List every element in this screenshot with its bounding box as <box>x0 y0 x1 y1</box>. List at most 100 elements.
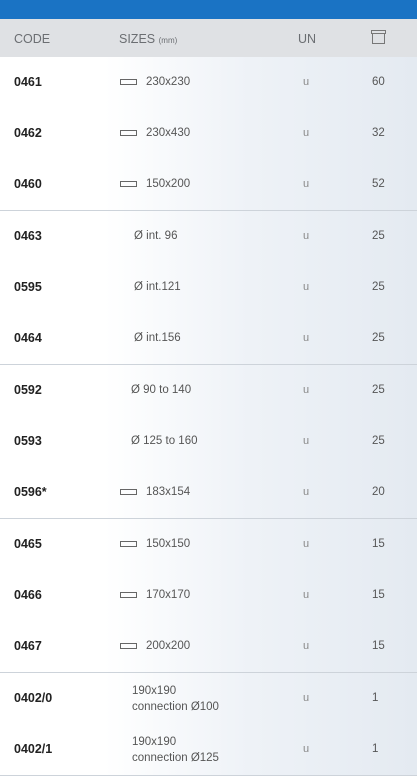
table-row: 0467 200x200 u 15 <box>0 621 417 672</box>
quantity: 20 <box>372 486 385 498</box>
unit: u <box>303 589 310 601</box>
quantity: 1 <box>372 743 379 755</box>
top-bar <box>0 0 417 19</box>
quantity: 15 <box>372 589 385 601</box>
size-text: Ø int. 96 <box>134 230 178 242</box>
rectangle-icon <box>120 79 137 85</box>
product-code: 0463 <box>14 229 42 243</box>
row-group: 0461 230x230 u 60 0462 230x430 u 32 0460 150x200 u… <box>0 57 417 211</box>
product-size: 150x200 <box>120 178 190 190</box>
rectangle-icon <box>120 643 137 649</box>
quantity: 25 <box>372 435 385 447</box>
product-size: Ø 125 to 160 <box>131 435 198 447</box>
unit: u <box>303 640 310 652</box>
product-size: Ø int.156 <box>134 332 181 344</box>
unit: u <box>303 127 310 139</box>
table-row: 0592 Ø 90 to 140 u 25 <box>0 365 417 416</box>
rectangle-icon <box>120 592 137 598</box>
unit: u <box>303 435 310 447</box>
size-text: 230x430 <box>146 127 191 139</box>
product-code: 0461 <box>14 75 42 89</box>
header-code: CODE <box>14 32 51 46</box>
product-table: 0461 230x230 u 60 0462 230x430 u 32 0460 150x200 u… <box>0 57 417 776</box>
table-row: 0463 Ø int. 96 u 25 <box>0 211 417 262</box>
quantity: 25 <box>372 281 385 293</box>
rectangle-icon <box>120 541 137 547</box>
unit: u <box>303 332 310 344</box>
product-size: 200x200 <box>120 640 190 652</box>
size-connection-text: connection Ø125 <box>132 752 219 764</box>
box-icon <box>371 30 386 44</box>
product-size: Ø int.121 <box>134 281 181 293</box>
table-row: 0462 230x430 u 32 <box>0 108 417 159</box>
table-row: 0595 Ø int.121 u 25 <box>0 262 417 313</box>
table-row: 0402/1 190x190 connection Ø125 u 1 <box>0 724 417 775</box>
product-size: Ø 90 to 140 <box>131 384 191 396</box>
quantity: 15 <box>372 640 385 652</box>
quantity: 60 <box>372 76 385 88</box>
size-text: 200x200 <box>146 640 191 652</box>
header-sizes-label: SIZES <box>119 32 156 46</box>
rectangle-icon <box>120 181 137 187</box>
table-header: CODE SIZES (mm) UN <box>0 19 417 57</box>
product-code: 0462 <box>14 126 42 140</box>
product-code: 0402/0 <box>14 691 53 705</box>
quantity: 1 <box>372 692 379 704</box>
product-code: 0596* <box>14 485 47 499</box>
table-row: 0460 150x200 u 52 <box>0 159 417 210</box>
header-sizes-unit: (mm) <box>158 36 178 45</box>
header-sizes: SIZES (mm) <box>119 32 177 46</box>
table-row: 0464 Ø int.156 u 25 <box>0 313 417 364</box>
row-group: 0465 150x150 u 15 0466 170x170 u 15 0467 200x200 u… <box>0 519 417 673</box>
unit: u <box>303 743 310 755</box>
product-size: 190x190 connection Ø125 <box>132 734 219 766</box>
size-text: 170x170 <box>146 589 191 601</box>
size-text: 150x200 <box>146 178 191 190</box>
row-group: 0402/0 190x190 connection Ø100 u 1 0402/1 190x… <box>0 673 417 776</box>
unit: u <box>303 281 310 293</box>
unit: u <box>303 178 310 190</box>
rectangle-icon <box>120 489 137 495</box>
unit: u <box>303 76 310 88</box>
unit: u <box>303 384 310 396</box>
unit: u <box>303 230 310 242</box>
size-text: 190x190 <box>132 736 177 748</box>
product-code: 0402/1 <box>14 742 53 756</box>
unit: u <box>303 486 310 498</box>
table-row: 0466 170x170 u 15 <box>0 570 417 621</box>
product-code: 0466 <box>14 588 42 602</box>
size-connection-text: connection Ø100 <box>132 701 219 713</box>
row-group: 0592 Ø 90 to 140 u 25 0593 Ø 125 to 160 u 25 059… <box>0 365 417 519</box>
product-size: 150x150 <box>120 538 190 550</box>
product-code: 0595 <box>14 280 42 294</box>
quantity: 52 <box>372 178 385 190</box>
product-size: 230x230 <box>120 76 190 88</box>
product-size: 230x430 <box>120 127 190 139</box>
header-un: UN <box>298 32 317 46</box>
size-text: Ø 90 to 140 <box>131 384 192 396</box>
table-row: 0465 150x150 u 15 <box>0 519 417 570</box>
table-row: 0461 230x230 u 60 <box>0 57 417 108</box>
product-code: 0592 <box>14 383 42 397</box>
table-row: 0596* 183x154 u 20 <box>0 467 417 518</box>
product-size: Ø int. 96 <box>134 230 177 242</box>
size-text: 150x150 <box>146 538 191 550</box>
unit: u <box>303 692 310 704</box>
quantity: 15 <box>372 538 385 550</box>
rectangle-icon <box>120 130 137 136</box>
quantity: 25 <box>372 384 385 396</box>
product-code: 0460 <box>14 177 42 191</box>
quantity: 25 <box>372 332 385 344</box>
table-row: 0402/0 190x190 connection Ø100 u 1 <box>0 673 417 724</box>
product-code: 0467 <box>14 639 42 653</box>
product-size: 170x170 <box>120 589 190 601</box>
size-text: Ø int.156 <box>134 332 181 344</box>
product-code: 0464 <box>14 331 42 345</box>
product-code: 0465 <box>14 537 42 551</box>
quantity: 32 <box>372 127 385 139</box>
size-text: 230x230 <box>146 76 191 88</box>
unit: u <box>303 538 310 550</box>
table-row: 0593 Ø 125 to 160 u 25 <box>0 416 417 467</box>
quantity: 25 <box>372 230 385 242</box>
product-size: 190x190 connection Ø100 <box>132 683 219 715</box>
